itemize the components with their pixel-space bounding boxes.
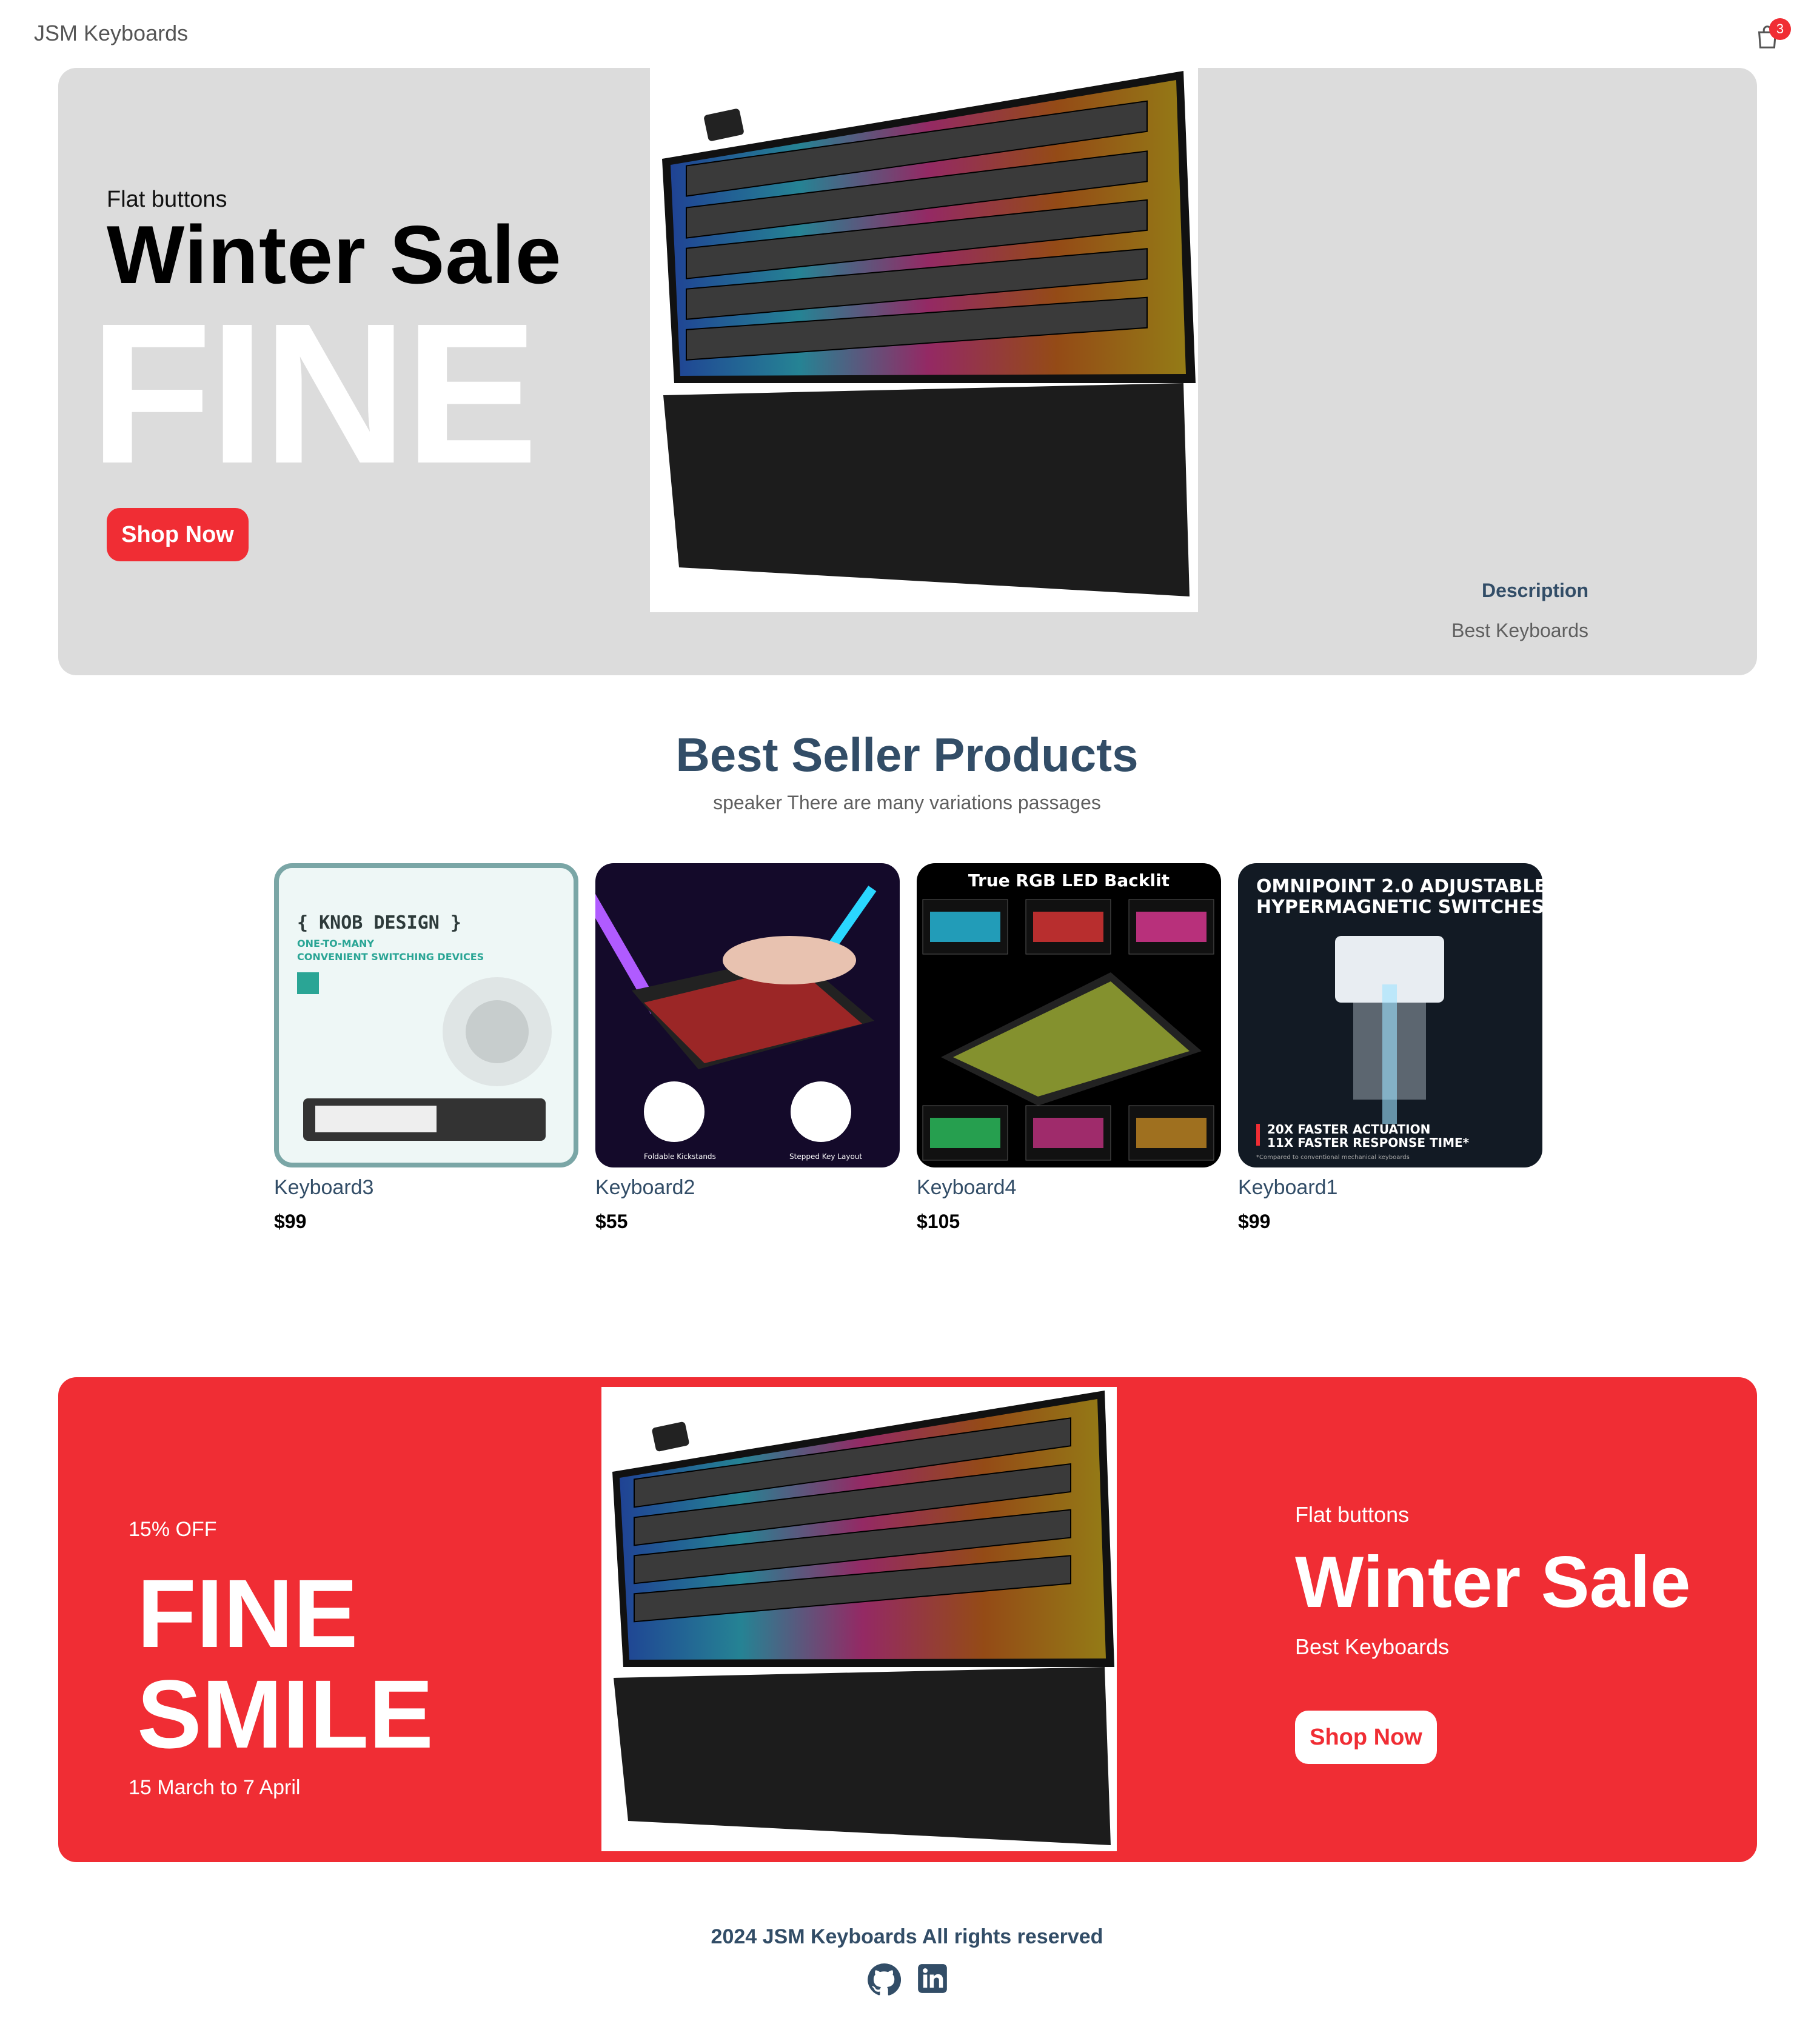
footer-banner-sale-time: 15 March to 7 April [129,1776,301,1799]
footer-banner-large-text-1: FINE [137,1559,358,1668]
product-image-caption: OMNIPOINT 2.0 ADJUSTABLE [1256,876,1542,897]
product-name[interactable]: Keyboard4 [917,1176,1221,1200]
cart-count-badge: 3 [1769,18,1791,40]
product-card[interactable]: OMNIPOINT 2.0 ADJUSTABLE HYPERMAGNETIC S… [1238,863,1542,1233]
product-name[interactable]: Keyboard1 [1238,1176,1542,1200]
product-image[interactable]: OMNIPOINT 2.0 ADJUSTABLE HYPERMAGNETIC S… [1238,863,1542,1167]
footer-banner-large-text-2: SMILE [137,1660,433,1768]
product-card[interactable]: Foldable Kickstands Stepped Key Layout K… [595,863,900,1233]
hero-description-text: Best Keyboards [1451,620,1588,641]
footer-banner-mid-text: Winter Sale [1295,1541,1691,1623]
product-image-caption: 11X FASTER RESPONSE TIME* [1267,1135,1470,1150]
product-name[interactable]: Keyboard3 [274,1176,578,1200]
github-icon[interactable] [867,1963,902,1997]
product-image[interactable]: { KNOB DESIGN } ONE-TO-MANY CONVENIENT S… [274,863,578,1167]
product-image-caption: CONVENIENT SWITCHING DEVICES [297,951,484,963]
product-name[interactable]: Keyboard2 [595,1176,900,1200]
best-seller-title: Best Seller Products [675,728,1139,781]
product-image[interactable]: True RGB LED Backlit [917,863,1221,1167]
product-image-caption: Foldable Kickstands [644,1152,716,1161]
hero-product-image [650,68,1198,612]
product-image-caption: 20X FASTER ACTUATION [1267,1122,1430,1137]
footer-banner-product-image [601,1387,1117,1851]
footer-banner-discount: 15% OFF [129,1518,217,1541]
product-price: $55 [595,1211,628,1232]
product-image-caption: HYPERMAGNETIC SWITCHES [1256,897,1542,918]
footer-banner-small-text: Flat buttons [1295,1502,1410,1527]
product-card[interactable]: True RGB LED Backlit Keyboard4 $105 [917,863,1221,1233]
footer-banner-description: Best Keyboards [1295,1634,1450,1659]
hero-shop-now-button[interactable]: Shop Now [107,508,249,561]
best-seller-subtitle: speaker There are many variations passag… [713,792,1101,813]
hero-large-text: FINE [90,281,538,505]
footer-banner-shop-now-button[interactable]: Shop Now [1295,1711,1437,1764]
product-image-caption: True RGB LED Backlit [968,870,1170,890]
hero-description-title: Description [1481,579,1588,601]
brand-logo[interactable]: JSM Keyboards [34,21,188,46]
product-image-caption: ONE-TO-MANY [297,938,374,949]
linkedin-icon[interactable] [917,1963,948,1994]
footer-copyright: 2024 JSM Keyboards All rights reserved [711,1925,1103,1948]
product-price: $99 [1238,1211,1271,1232]
product-image[interactable]: Foldable Kickstands Stepped Key Layout [595,863,900,1167]
product-image-caption: Stepped Key Layout [789,1152,862,1161]
product-card[interactable]: { KNOB DESIGN } ONE-TO-MANY CONVENIENT S… [274,863,578,1233]
product-price: $105 [917,1211,960,1232]
product-image-caption: { KNOB DESIGN } [297,912,461,933]
product-image-caption: *Compared to conventional mechanical key… [1256,1154,1410,1161]
product-price: $99 [274,1211,307,1232]
